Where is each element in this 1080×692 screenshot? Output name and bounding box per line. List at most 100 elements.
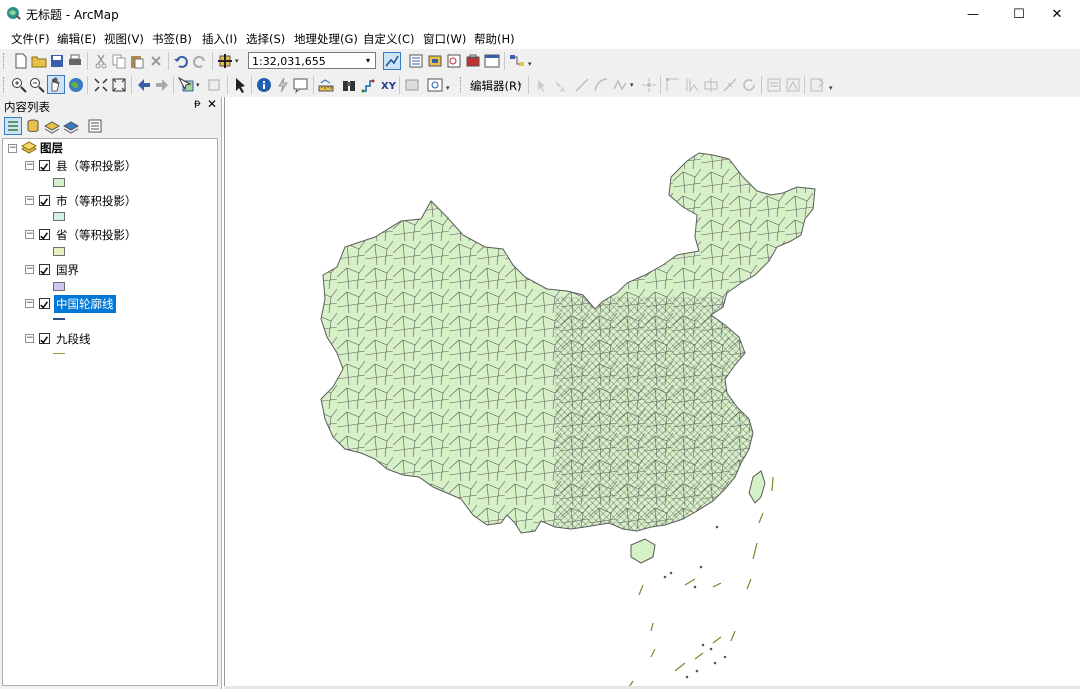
print-icon[interactable] xyxy=(67,53,83,69)
identify-icon[interactable] xyxy=(256,77,272,93)
layer-label-county[interactable]: 县（等积投影） xyxy=(56,158,137,174)
china-county-map[interactable] xyxy=(225,97,1080,689)
delete-icon[interactable] xyxy=(148,53,164,69)
minimize-button[interactable]: — xyxy=(950,0,996,28)
rotate-tool-icon[interactable] xyxy=(741,77,757,93)
collapse-toggle-icon[interactable]: − xyxy=(25,334,34,343)
clear-selection-icon[interactable] xyxy=(206,77,222,93)
split-tool-icon[interactable] xyxy=(722,77,738,93)
find-binoculars-icon[interactable] xyxy=(341,77,357,93)
menu-edit[interactable]: 编辑(E) xyxy=(57,31,96,47)
select-elements-arrow-icon[interactable] xyxy=(232,77,248,93)
attributes-icon[interactable] xyxy=(766,77,782,93)
layer-label-china-outline[interactable]: 中国轮廓线 xyxy=(54,295,116,313)
zoom-out-icon[interactable] xyxy=(29,77,45,93)
save-icon[interactable] xyxy=(49,53,65,69)
toolbar-options-icon[interactable]: ▾ xyxy=(446,84,450,92)
open-folder-icon[interactable] xyxy=(31,53,47,69)
pan-hand-icon[interactable] xyxy=(47,75,65,94)
full-extent-globe-icon[interactable] xyxy=(68,77,84,93)
search-window-icon[interactable] xyxy=(446,53,462,69)
menu-windows[interactable]: 窗口(W) xyxy=(423,31,466,47)
layer-label-nine-dash-line[interactable]: 九段线 xyxy=(56,331,91,347)
edit-annotation-icon[interactable]: A xyxy=(551,77,567,93)
layer-visibility-checkbox[interactable] xyxy=(39,229,50,240)
menu-bookmarks[interactable]: 书签(B) xyxy=(152,31,192,47)
forward-extent-icon[interactable] xyxy=(154,77,170,93)
point-icon[interactable] xyxy=(641,77,657,93)
layer-symbol-national-border[interactable] xyxy=(53,282,65,291)
new-document-icon[interactable] xyxy=(13,53,29,69)
list-by-selection-icon[interactable] xyxy=(63,118,79,134)
list-by-drawing-order-icon[interactable] xyxy=(4,117,22,135)
end-point-arc-icon[interactable] xyxy=(593,77,609,93)
layer-label-province[interactable]: 省（等积投影） xyxy=(56,227,137,243)
add-data-dropdown-icon[interactable]: ▾ xyxy=(235,57,239,65)
time-slider-icon[interactable] xyxy=(404,77,420,93)
title-bar[interactable] xyxy=(0,0,1080,28)
map-view[interactable] xyxy=(224,97,1080,689)
list-by-visibility-icon[interactable] xyxy=(44,118,60,134)
zoom-in-icon[interactable] xyxy=(11,77,27,93)
straight-segment-icon[interactable] xyxy=(574,77,590,93)
copy-icon[interactable] xyxy=(111,53,127,69)
collapse-toggle-icon[interactable]: − xyxy=(25,161,34,170)
back-extent-icon[interactable] xyxy=(136,77,152,93)
redo-icon[interactable] xyxy=(192,53,208,69)
toolbar-grip[interactable] xyxy=(3,77,7,93)
list-by-source-icon[interactable] xyxy=(25,118,41,134)
layer-visibility-checkbox[interactable] xyxy=(39,264,50,275)
hainan-island-polygon[interactable] xyxy=(630,538,656,564)
toolbar-options-icon[interactable]: ▾ xyxy=(528,60,532,68)
layer-symbol-province[interactable] xyxy=(53,247,65,256)
editor-dropdown-icon[interactable]: ▾ xyxy=(518,81,522,89)
create-features-icon[interactable] xyxy=(809,77,825,93)
fixed-zoom-in-icon[interactable] xyxy=(93,77,109,93)
editor-toolbar-icon[interactable] xyxy=(383,52,401,70)
menu-file[interactable]: 文件(F) xyxy=(11,31,50,47)
taiwan-island-polygon[interactable] xyxy=(748,470,766,504)
auto-hide-pin-icon[interactable]: ᵽ xyxy=(194,98,201,109)
menu-help[interactable]: 帮助(H) xyxy=(474,31,515,47)
construction-dropdown-icon[interactable]: ▾ xyxy=(630,81,634,89)
collapse-toggle-icon[interactable]: − xyxy=(25,196,34,205)
edit-vertices-icon[interactable] xyxy=(665,77,681,93)
trace-icon[interactable] xyxy=(612,77,628,93)
hyperlink-lightning-icon[interactable] xyxy=(275,77,291,93)
fixed-zoom-out-icon[interactable] xyxy=(111,77,127,93)
collapse-toggle-icon[interactable]: − xyxy=(8,144,17,153)
menu-geoprocessing[interactable]: 地理处理(G) xyxy=(294,31,358,47)
dataframe-label[interactable]: 图层 xyxy=(40,140,63,156)
collapse-toggle-icon[interactable]: − xyxy=(25,230,34,239)
model-builder-icon[interactable] xyxy=(509,53,525,69)
close-button[interactable]: ✕ xyxy=(1034,0,1080,28)
layer-label-national-border[interactable]: 国界 xyxy=(56,262,79,278)
cut-icon[interactable] xyxy=(93,53,109,69)
menu-selection[interactable]: 选择(S) xyxy=(246,31,285,47)
arctoolbox-icon[interactable] xyxy=(465,53,481,69)
select-features-dropdown-icon[interactable]: ▾ xyxy=(196,81,200,89)
toolbar-grip[interactable] xyxy=(3,53,7,69)
layer-visibility-checkbox[interactable] xyxy=(39,195,50,206)
go-to-xy-icon[interactable]: XY xyxy=(380,77,396,93)
html-popup-icon[interactable] xyxy=(293,77,309,93)
layer-symbol-city[interactable] xyxy=(53,212,65,221)
menu-view[interactable]: 视图(V) xyxy=(104,31,144,47)
find-route-icon[interactable] xyxy=(360,77,376,93)
toc-options-icon[interactable] xyxy=(87,118,103,134)
collapse-toggle-icon[interactable]: − xyxy=(25,265,34,274)
add-data-icon[interactable] xyxy=(217,53,233,69)
layer-symbol-china-outline[interactable] xyxy=(53,318,65,320)
measure-icon[interactable] xyxy=(318,77,334,93)
toolbar-grip[interactable] xyxy=(460,77,464,93)
layer-symbol-county[interactable] xyxy=(53,178,65,187)
undo-icon[interactable] xyxy=(173,53,189,69)
editor-menu-button[interactable]: 编辑器(R) xyxy=(470,78,521,94)
edit-tool-icon[interactable] xyxy=(533,77,549,93)
toc-close-icon[interactable]: ✕ xyxy=(207,97,217,111)
menu-customize[interactable]: 自定义(C) xyxy=(363,31,415,47)
table-of-contents-icon[interactable] xyxy=(408,53,424,69)
menu-insert[interactable]: 插入(I) xyxy=(202,31,237,47)
paste-icon[interactable] xyxy=(129,53,145,69)
select-features-icon[interactable] xyxy=(178,77,194,93)
